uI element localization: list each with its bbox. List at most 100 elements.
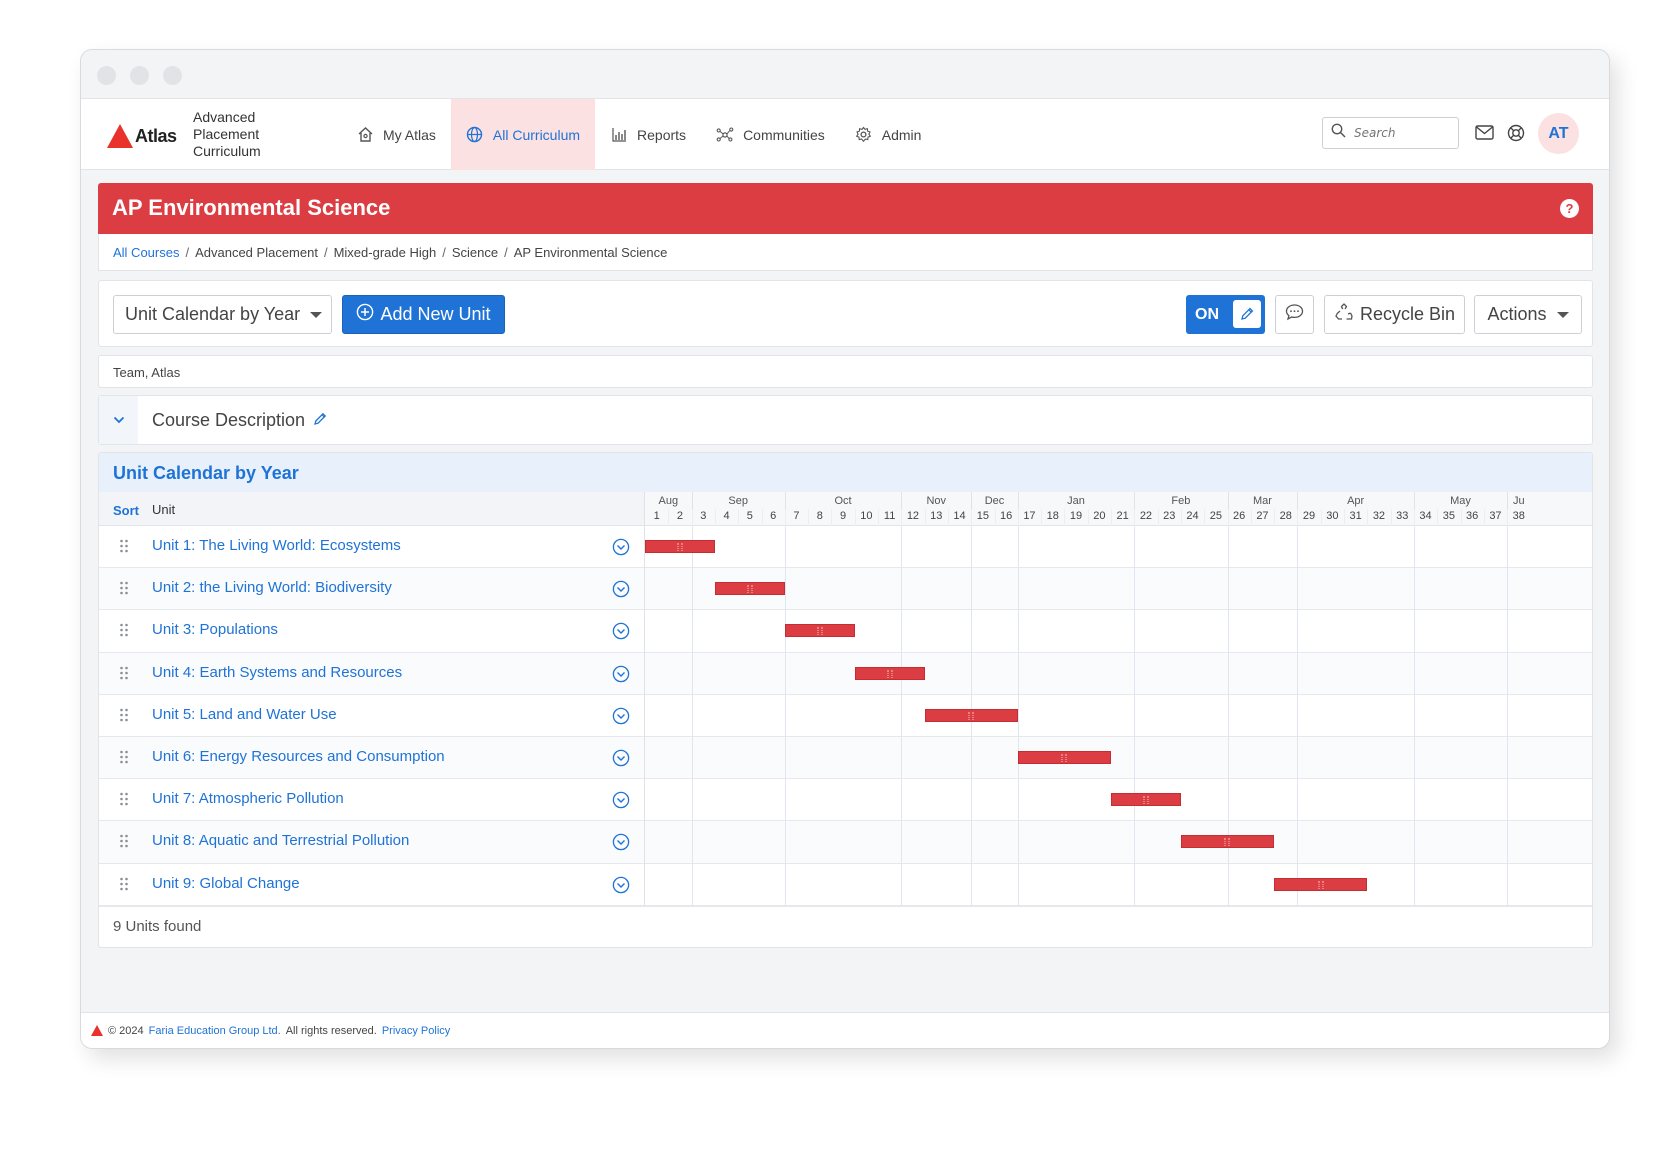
privacy-policy-link[interactable]: Privacy Policy — [382, 1025, 450, 1037]
edit-mode-toggle[interactable]: ON — [1186, 295, 1265, 334]
nav-my-atlas[interactable]: My Atlas — [341, 99, 451, 170]
search-input[interactable] — [1354, 126, 1449, 140]
week-divider — [1460, 509, 1462, 526]
unit-link[interactable]: Unit 7: Atmospheric Pollution — [152, 790, 344, 807]
add-new-unit-button[interactable]: Add New Unit — [342, 295, 505, 334]
lifebuoy-help-icon[interactable] — [1507, 124, 1525, 147]
unit-link[interactable]: Unit 5: Land and Water Use — [152, 706, 337, 723]
atlas-logo-icon — [107, 124, 133, 148]
drag-handle-icon[interactable] — [119, 834, 129, 853]
actions-dropdown[interactable]: Actions — [1474, 295, 1582, 334]
expand-chevron-circle-icon[interactable] — [612, 622, 630, 645]
actions-label: Actions — [1487, 304, 1547, 324]
window-minimize-dot[interactable] — [130, 66, 149, 85]
week-label: 23 — [1163, 510, 1176, 522]
week-label: 30 — [1326, 510, 1339, 522]
footer-company-link[interactable]: Faria Education Group Ltd. — [149, 1025, 281, 1037]
month-label: Jan — [1067, 495, 1085, 507]
week-divider — [1134, 509, 1136, 526]
view-select-dropdown[interactable]: Unit Calendar by Year — [113, 295, 332, 334]
unit-link[interactable]: Unit 3: Populations — [152, 621, 278, 638]
unit-row: Unit 6: Energy Resources and Consumption — [99, 736, 1592, 780]
drag-handle-icon[interactable] — [119, 750, 129, 769]
drag-handle-icon[interactable] — [119, 539, 129, 558]
week-divider — [1041, 509, 1043, 526]
atlas-logo[interactable]: Atlas — [107, 121, 177, 151]
unit-row: Unit 9: Global Change — [99, 864, 1592, 906]
recycle-bin-button[interactable]: Recycle Bin — [1324, 295, 1465, 334]
month-label: Sep — [728, 495, 748, 507]
week-divider — [1437, 509, 1439, 526]
week-divider — [1250, 509, 1252, 526]
search-icon — [1331, 123, 1346, 143]
breadcrumb-item: Mixed-grade High — [333, 245, 437, 260]
window-zoom-dot[interactable] — [163, 66, 182, 85]
drag-handle-icon[interactable] — [119, 792, 129, 811]
search-box[interactable] — [1322, 117, 1459, 149]
expand-chevron-circle-icon[interactable] — [612, 580, 630, 603]
month-label: Mar — [1252, 495, 1272, 507]
week-label: 18 — [1046, 510, 1059, 522]
sort-link[interactable]: Sort — [113, 503, 139, 518]
unit-link[interactable]: Unit 2: the Living World: Biodiversity — [152, 579, 392, 596]
school-name-line: Curriculum — [193, 143, 261, 159]
week-label: 15 — [976, 510, 989, 522]
week-divider — [947, 509, 949, 526]
pencil-icon — [1233, 300, 1261, 328]
expand-chevron-circle-icon[interactable] — [612, 833, 630, 856]
week-label: 24 — [1186, 510, 1199, 522]
toggle-label: ON — [1195, 305, 1219, 323]
week-label: 27 — [1256, 510, 1269, 522]
recycle-icon — [1334, 303, 1354, 326]
atlas-footer-logo-icon — [91, 1025, 103, 1036]
expand-chevron-circle-icon[interactable] — [612, 876, 630, 899]
week-label: 29 — [1302, 510, 1316, 522]
course-header: AP Environmental Science ? — [98, 183, 1593, 234]
week-label: 5 — [746, 510, 753, 522]
nav-all-curriculum[interactable]: All Curriculum — [450, 99, 596, 170]
drag-handle-icon[interactable] — [119, 877, 129, 896]
expand-chevron-circle-icon[interactable] — [612, 538, 630, 561]
mail-icon[interactable] — [1475, 125, 1494, 145]
nav-admin[interactable]: Admin — [840, 99, 937, 170]
nav-communities[interactable]: Communities — [701, 99, 840, 170]
week-divider — [1483, 509, 1485, 526]
week-divider — [924, 509, 926, 526]
nav-reports[interactable]: Reports — [595, 99, 701, 170]
breadcrumb-separator: / — [442, 245, 446, 260]
drag-handle-icon[interactable] — [119, 623, 129, 642]
month-label: Ju — [1512, 495, 1525, 507]
week-divider — [714, 509, 716, 526]
week-label: 34 — [1419, 510, 1432, 522]
collapse-toggle[interactable] — [99, 396, 138, 444]
course-description-panel: Course Description — [98, 395, 1593, 445]
expand-chevron-circle-icon[interactable] — [612, 749, 630, 772]
unit-link[interactable]: Unit 4: Earth Systems and Resources — [152, 664, 402, 681]
week-divider — [1320, 509, 1322, 526]
unit-link[interactable]: Unit 1: The Living World: Ecosystems — [152, 537, 401, 554]
drag-handle-icon[interactable] — [119, 666, 129, 685]
month-label: Dec — [984, 495, 1005, 507]
team-bar: Team, Atlas — [98, 355, 1593, 388]
unit-link[interactable]: Unit 8: Aquatic and Terrestrial Pollutio… — [152, 832, 409, 849]
week-divider — [668, 509, 670, 526]
edit-pencil-icon[interactable] — [313, 410, 328, 431]
week-divider — [1274, 509, 1276, 526]
week-label: 31 — [1349, 510, 1362, 522]
question-mark-help-icon[interactable]: ? — [1560, 199, 1579, 218]
unit-link[interactable]: Unit 6: Energy Resources and Consumption — [152, 748, 445, 765]
comments-button[interactable] — [1275, 295, 1314, 334]
expand-chevron-circle-icon[interactable] — [612, 707, 630, 730]
breadcrumb-all-courses[interactable]: All Courses — [113, 245, 179, 260]
week-label: 10 — [860, 510, 873, 522]
drag-handle-icon[interactable] — [119, 708, 129, 727]
week-label: 12 — [906, 510, 920, 522]
window-close-dot[interactable] — [97, 66, 116, 85]
unit-column-header: Sort Unit — [99, 492, 644, 526]
unit-link[interactable]: Unit 9: Global Change — [152, 875, 300, 892]
drag-handle-icon[interactable] — [119, 581, 129, 600]
expand-chevron-circle-icon[interactable] — [612, 791, 630, 814]
expand-chevron-circle-icon[interactable] — [612, 665, 630, 688]
user-avatar[interactable]: AT — [1538, 113, 1579, 154]
breadcrumb-item: Science — [451, 245, 499, 260]
